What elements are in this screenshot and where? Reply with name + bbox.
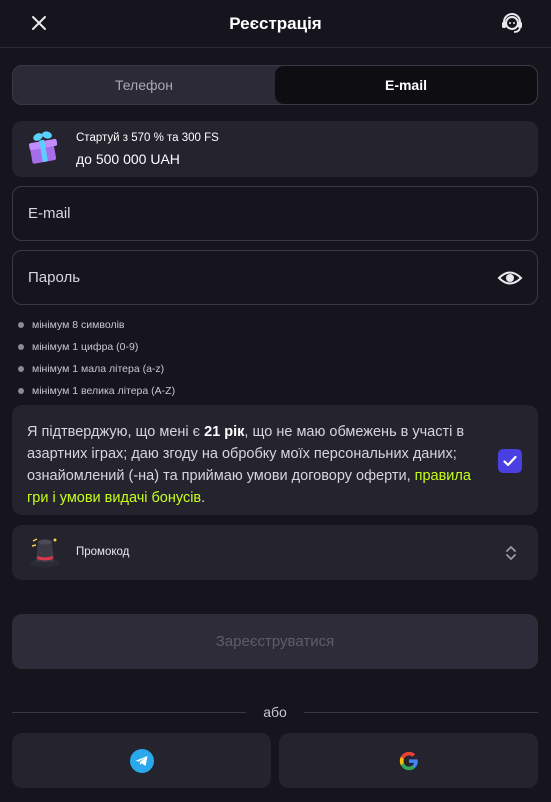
- registration-method-tabs: Телефон E-mail: [12, 65, 538, 105]
- list-item: мінімум 1 велика літера (A-Z): [18, 380, 318, 402]
- bonus-headline: Стартуй з 570 % та 300 FS: [76, 132, 219, 144]
- close-button[interactable]: [26, 10, 52, 36]
- page-title: Реєстрація: [229, 13, 322, 33]
- divider-line: [303, 711, 538, 713]
- eye-icon[interactable]: [497, 266, 523, 290]
- rule-label: мінімум 8 символів: [32, 319, 125, 331]
- promo-code-label: Промокод: [76, 546, 130, 558]
- welcome-bonus-banner: Стартуй з 570 % та 300 FS до 500 000 UAH: [12, 121, 538, 177]
- email-field-wrapper: [12, 186, 538, 241]
- or-divider: або: [12, 702, 538, 722]
- bullet-icon: [18, 366, 24, 372]
- google-login-button[interactable]: [279, 733, 538, 788]
- telegram-icon: [129, 748, 154, 773]
- tab-phone[interactable]: Телефон: [13, 66, 275, 104]
- age-requirement: 21 рік: [204, 424, 245, 440]
- register-button[interactable]: Зареєструватися: [12, 614, 538, 669]
- gift-icon: [29, 131, 58, 164]
- rule-label: мінімум 1 цифра (0-9): [32, 341, 139, 353]
- support-button[interactable]: [497, 8, 527, 38]
- google-icon: [399, 751, 418, 770]
- list-item: мінімум 8 символів: [18, 314, 318, 336]
- bullet-icon: [18, 344, 24, 350]
- header: Реєстрація: [0, 0, 551, 48]
- bullet-icon: [18, 322, 24, 328]
- rule-label: мінімум 1 велика літера (A-Z): [32, 385, 176, 397]
- bonus-amount: до 500 000 UAH: [76, 151, 180, 167]
- password-rules: мінімум 8 символів мінімум 1 цифра (0-9)…: [18, 314, 318, 402]
- list-item: мінімум 1 мала літера (a-z): [18, 358, 318, 380]
- password-field-wrapper: [12, 250, 538, 305]
- list-item: мінімум 1 цифра (0-9): [18, 336, 318, 358]
- password-field[interactable]: [28, 269, 468, 286]
- consent-text: Я підтверджую, що мені є 21 рік, що не м…: [27, 424, 471, 506]
- consent-checkbox[interactable]: [498, 449, 522, 473]
- tab-email[interactable]: E-mail: [275, 66, 537, 104]
- promo-code-toggle[interactable]: Промокод: [12, 525, 538, 580]
- close-icon: [32, 16, 46, 30]
- chevron-up-down-icon: [506, 546, 516, 560]
- divider-line: [12, 711, 247, 713]
- bullet-icon: [18, 388, 24, 394]
- terms-consent-box: Я підтверджую, що мені є 21 рік, що не м…: [12, 405, 538, 515]
- telegram-login-button[interactable]: [12, 733, 271, 788]
- email-field[interactable]: [28, 205, 468, 222]
- rule-label: мінімум 1 мала літера (a-z): [32, 363, 165, 375]
- support-agent-icon: [502, 13, 522, 33]
- or-label: або: [263, 704, 287, 720]
- magic-hat-icon: [30, 538, 60, 568]
- checkmark-icon: [503, 455, 517, 467]
